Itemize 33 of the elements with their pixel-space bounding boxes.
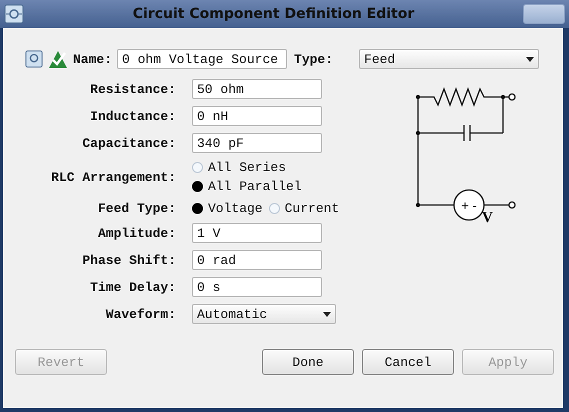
radio-option[interactable]: All Parallel <box>192 179 302 194</box>
polarity-label: + - <box>461 198 477 213</box>
text-field[interactable]: 50 ohm <box>192 79 322 99</box>
type-dropdown[interactable]: Feed <box>359 49 540 69</box>
radio-option[interactable]: Voltage <box>192 201 263 216</box>
dialog-button[interactable]: Cancel <box>362 349 454 375</box>
field-label: Time Delay: <box>89 280 176 294</box>
dialog-button[interactable]: Done <box>262 349 354 375</box>
radio-option[interactable]: Current <box>268 201 340 216</box>
field-label: Resistance: <box>89 82 176 96</box>
source-label: V <box>482 210 493 226</box>
field-label: RLC Arrangement: <box>50 170 176 184</box>
text-field[interactable]: 1 V <box>192 223 322 243</box>
field-label: Amplitude: <box>96 226 176 240</box>
window-title: Circuit Component Definition Editor <box>132 6 416 22</box>
text-field[interactable]: 0 nH <box>192 106 322 126</box>
waveform-dropdown[interactable]: Automatic <box>192 304 336 324</box>
field-label: Phase Shift: <box>81 252 176 268</box>
field-label: Capacitance: <box>81 136 176 150</box>
field-label: Inductance: <box>89 108 176 124</box>
radio-option[interactable]: All Series <box>192 160 286 175</box>
type-label: Type: <box>294 52 334 66</box>
text-field[interactable]: 340 pF <box>192 133 322 153</box>
field-label: Waveform: <box>104 306 176 322</box>
name-field[interactable]: 0 ohm Voltage Source <box>117 49 288 69</box>
field-label: Feed Type: <box>96 201 176 216</box>
text-field[interactable]: 0 s <box>192 277 322 297</box>
checkmark-icon <box>48 49 68 69</box>
component-icon <box>25 50 43 68</box>
text-field[interactable]: 0 rad <box>192 250 322 270</box>
close-button[interactable] <box>523 4 565 24</box>
window-icon <box>4 4 24 24</box>
name-label: Name: <box>73 52 112 66</box>
